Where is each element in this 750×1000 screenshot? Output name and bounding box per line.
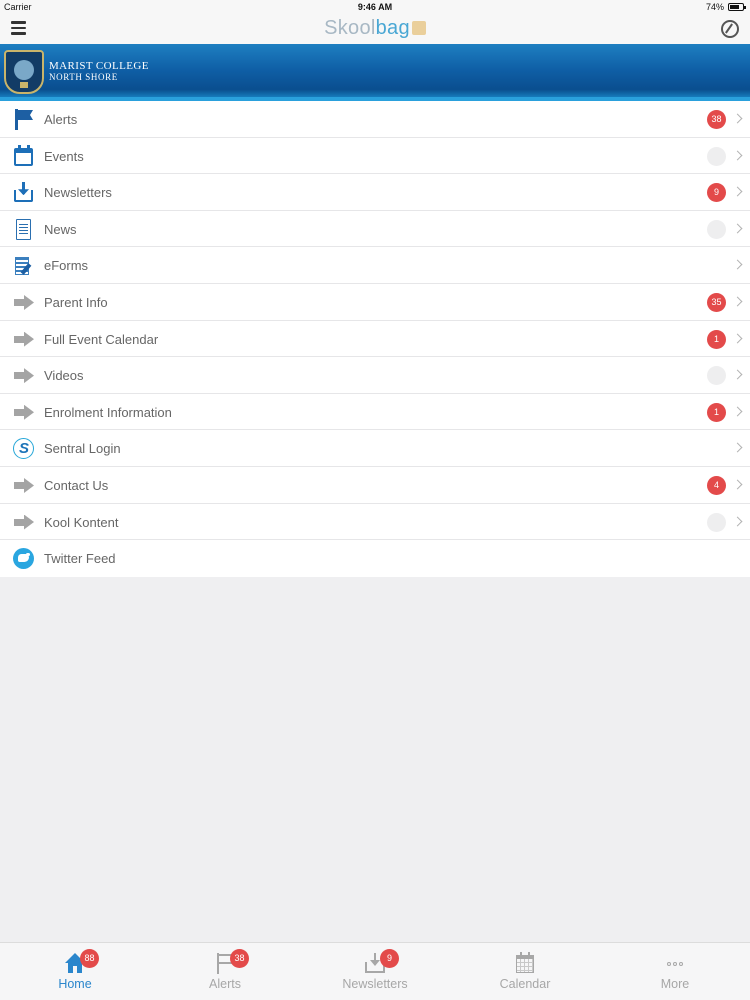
menu-item-label: News — [44, 221, 77, 237]
battery-icon — [728, 3, 746, 11]
sentral-icon: S — [12, 437, 35, 460]
count-badge: 35 — [707, 292, 726, 312]
arrow-right-icon — [12, 511, 35, 534]
chevron-right-icon — [732, 479, 743, 490]
arrow-right-icon — [12, 401, 35, 424]
chevron-right-icon — [732, 369, 743, 380]
calendar-icon — [12, 144, 35, 168]
tab-badge: 38 — [230, 949, 249, 968]
chevron-right-icon — [732, 113, 743, 124]
menu-item-label: Events — [44, 148, 84, 164]
tab-alerts[interactable]: 38 Alerts — [150, 943, 300, 1000]
arrow-right-icon — [12, 364, 35, 387]
flag-icon — [12, 108, 35, 131]
menu-item-alerts[interactable]: Alerts 38 — [0, 101, 750, 138]
menu-item-label: Enrolment Information — [44, 404, 172, 420]
status-bar: Carrier 9:46 AM 74% — [0, 0, 750, 14]
app-logo-text-part2: bag — [375, 17, 410, 39]
tab-label: More — [660, 977, 690, 991]
tab-bar: 88 Home 38 Alerts 9 Newsletters Calendar… — [0, 942, 750, 1000]
menu-item-label: eForms — [44, 258, 89, 274]
document-icon — [12, 218, 35, 241]
status-time: 9:46 AM — [357, 2, 393, 12]
tab-label: Home — [58, 977, 92, 991]
count-badge — [707, 512, 726, 532]
menu-item-eforms[interactable]: eForms — [0, 247, 750, 284]
menu-item-events[interactable]: Events — [0, 138, 750, 175]
menu-item-parent-info[interactable]: Parent Info 35 — [0, 284, 750, 321]
tab-label: Newsletters — [342, 977, 408, 991]
menu-list: Alerts 38 Events Newsletters 9 News eFor… — [0, 101, 750, 577]
chevron-right-icon — [732, 186, 743, 197]
more-dots-icon — [664, 952, 686, 974]
menu-item-enrolment-information[interactable]: Enrolment Information 1 — [0, 394, 750, 431]
form-pen-icon — [12, 254, 35, 277]
arrow-right-icon — [12, 328, 35, 351]
menu-item-label: Parent Info — [44, 294, 108, 310]
menu-item-label: Full Event Calendar — [44, 331, 159, 347]
menu-item-contact-us[interactable]: Contact Us 4 — [0, 467, 750, 504]
calendar-icon — [514, 952, 536, 974]
chevron-right-icon — [732, 296, 743, 307]
school-crest-icon — [4, 50, 44, 94]
menu-item-full-event-calendar[interactable]: Full Event Calendar 1 — [0, 321, 750, 358]
chevron-right-icon — [732, 150, 743, 161]
chevron-right-icon — [732, 259, 743, 270]
battery-percent: 74% — [705, 2, 724, 12]
bag-icon — [411, 21, 426, 35]
tab-label: Alerts — [209, 977, 241, 991]
app-logo-text-part1: Skool — [324, 17, 376, 39]
count-badge — [707, 366, 726, 386]
school-name: MARIST COLLEGE NORTH SHORE — [49, 61, 149, 83]
chevron-right-icon — [732, 406, 743, 417]
count-badge: 1 — [707, 402, 726, 422]
menu-item-label: Contact Us — [44, 477, 109, 493]
tab-home[interactable]: 88 Home — [0, 943, 150, 1000]
chevron-right-icon — [732, 223, 743, 234]
navigation-bar: Skoolbag — [0, 14, 750, 44]
menu-item-kool-kontent[interactable]: Kool Kontent — [0, 504, 750, 541]
count-badge — [707, 146, 726, 166]
tab-newsletters[interactable]: 9 Newsletters — [300, 943, 450, 1000]
menu-item-label: Kool Kontent — [44, 514, 119, 530]
tab-calendar[interactable]: Calendar — [450, 943, 600, 1000]
menu-item-videos[interactable]: Videos — [0, 357, 750, 394]
count-badge — [707, 219, 726, 239]
menu-item-label: Newsletters — [44, 185, 112, 201]
school-name-line2: NORTH SHORE — [49, 72, 118, 82]
sync-icon[interactable] — [721, 20, 739, 38]
count-badge: 38 — [707, 110, 726, 129]
menu-item-newsletters[interactable]: Newsletters 9 — [0, 174, 750, 211]
arrow-right-icon — [12, 474, 35, 497]
count-badge: 9 — [707, 183, 726, 203]
tab-badge: 88 — [80, 949, 99, 968]
count-badge: 1 — [707, 329, 726, 349]
app-logo: Skoolbag — [0, 17, 750, 40]
menu-item-sentral-login[interactable]: S Sentral Login — [0, 430, 750, 467]
menu-item-news[interactable]: News — [0, 211, 750, 248]
twitter-icon — [12, 547, 35, 570]
chevron-right-icon — [732, 442, 743, 453]
menu-item-label: Twitter Feed — [44, 551, 116, 567]
tab-more[interactable]: More — [600, 943, 750, 1000]
chevron-right-icon — [732, 516, 743, 526]
tab-badge: 9 — [380, 949, 399, 968]
menu-item-label: Videos — [44, 368, 84, 384]
arrow-right-icon — [12, 291, 35, 314]
school-banner: MARIST COLLEGE NORTH SHORE — [0, 44, 750, 101]
tab-label: Calendar — [499, 977, 551, 991]
chevron-right-icon — [732, 333, 743, 344]
menu-item-label: Alerts — [44, 112, 78, 127]
count-badge: 4 — [707, 475, 726, 495]
menu-item-label: Sentral Login — [44, 441, 121, 457]
menu-item-twitter-feed[interactable]: Twitter Feed — [0, 540, 750, 577]
school-name-line1: MARIST COLLEGE — [49, 60, 149, 72]
inbox-download-icon — [12, 181, 35, 204]
